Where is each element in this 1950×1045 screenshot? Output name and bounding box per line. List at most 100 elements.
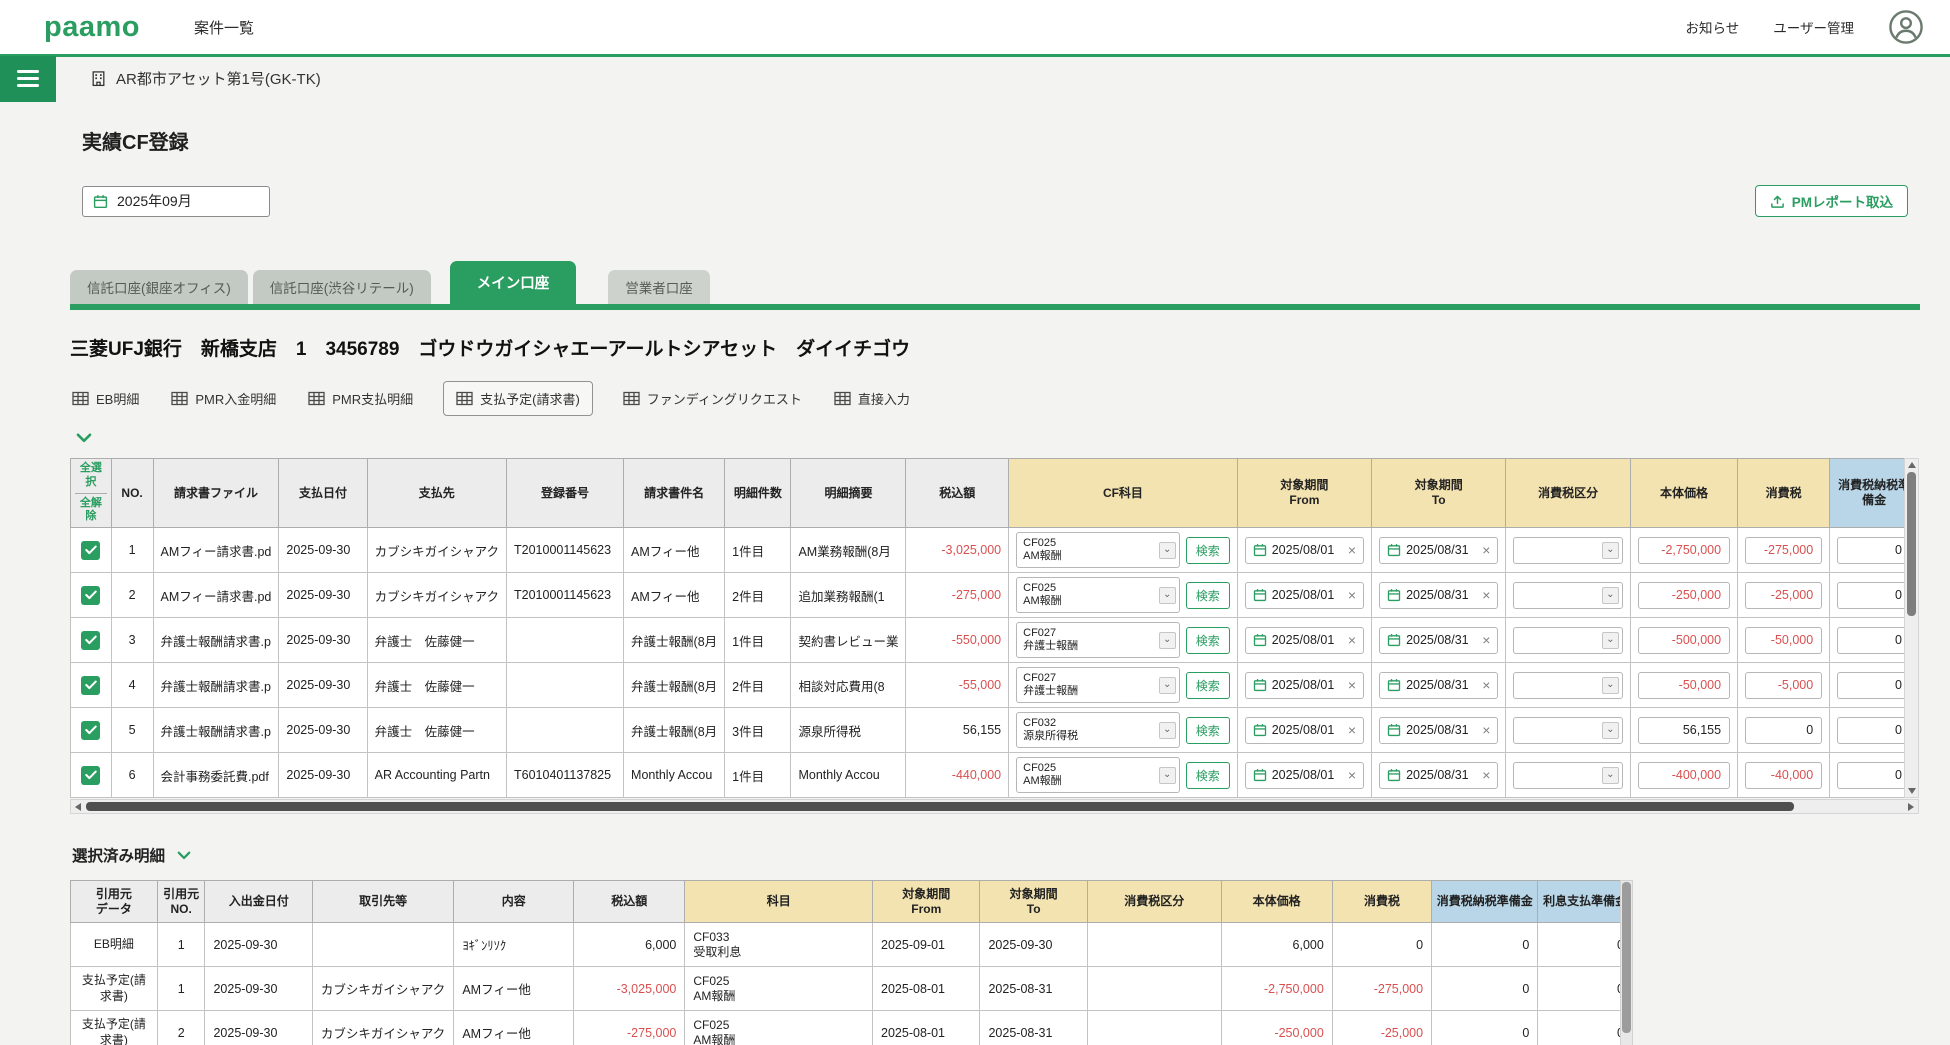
tax-class-select[interactable]: ⌄ [1513, 762, 1622, 789]
period-to-input[interactable]: 2025/08/31× [1379, 627, 1498, 654]
tax-input[interactable]: -5,000 [1745, 672, 1822, 699]
tax-reserve-input[interactable]: 0 [1837, 672, 1911, 699]
cf-account-select[interactable]: CF027弁護士報酬⌄ [1016, 622, 1180, 658]
tab-trust-shibuya-retail[interactable]: 信託口座(渋谷リテール) [253, 270, 431, 304]
cf-account-select[interactable]: CF032源泉所得税⌄ [1016, 712, 1180, 748]
scroll-left-icon[interactable] [75, 803, 81, 811]
cell-invoice-file[interactable]: 弁護士報酬請求書.p [153, 618, 279, 663]
chevron-down-icon[interactable] [177, 851, 191, 860]
cf-account-select[interactable]: CF025AM報酬⌄ [1016, 532, 1180, 568]
table-collapse-toggle[interactable] [76, 430, 98, 448]
cell-invoice-file[interactable]: AMフィー請求書.pd [153, 573, 279, 618]
cell-invoice-file[interactable]: 弁護士報酬請求書.p [153, 663, 279, 708]
period-from-input[interactable]: 2025/08/01× [1245, 762, 1364, 789]
period-from-input[interactable]: 2025/08/01× [1245, 627, 1364, 654]
clear-date-icon[interactable]: × [1482, 768, 1490, 782]
period-to-input[interactable]: 2025/08/31× [1379, 537, 1498, 564]
tax-input[interactable]: -275,000 [1745, 537, 1822, 564]
scroll-down-icon[interactable] [1908, 788, 1916, 794]
month-picker[interactable]: 2025年09月 [82, 186, 270, 217]
base-price-input[interactable]: -400,000 [1638, 762, 1730, 789]
period-to-input[interactable]: 2025/08/31× [1379, 672, 1498, 699]
nav-case-list-link[interactable]: 案件一覧 [194, 17, 254, 38]
tax-reserve-input[interactable]: 0 [1837, 762, 1911, 789]
cf-search-button[interactable]: 検索 [1186, 717, 1230, 744]
subtab-direct-input[interactable]: 直接入力 [832, 382, 912, 415]
tax-class-select[interactable]: ⌄ [1513, 582, 1622, 609]
tax-class-select[interactable]: ⌄ [1513, 672, 1622, 699]
tax-reserve-input[interactable]: 0 [1837, 537, 1911, 564]
period-from-input[interactable]: 2025/08/01× [1245, 582, 1364, 609]
row-checkbox[interactable] [81, 631, 100, 650]
cf-search-button[interactable]: 検索 [1186, 537, 1230, 564]
period-to-input[interactable]: 2025/08/31× [1379, 717, 1498, 744]
clear-date-icon[interactable]: × [1348, 543, 1356, 557]
cell-invoice-file[interactable]: 弁護士報酬請求書.p [153, 708, 279, 753]
cf-search-button[interactable]: 検索 [1186, 672, 1230, 699]
base-price-input[interactable]: 56,155 [1638, 717, 1730, 744]
clear-date-icon[interactable]: × [1482, 723, 1490, 737]
clear-date-icon[interactable]: × [1348, 723, 1356, 737]
period-from-input[interactable]: 2025/08/01× [1245, 717, 1364, 744]
vscroll-thumb[interactable] [1907, 472, 1916, 616]
subtab-pmr-deposit[interactable]: PMR入金明細 [169, 382, 278, 415]
tab-trust-ginza-office[interactable]: 信託口座(銀座オフィス) [70, 270, 248, 304]
cf-account-select[interactable]: CF027弁護士報酬⌄ [1016, 667, 1180, 703]
clear-date-icon[interactable]: × [1482, 543, 1490, 557]
row-checkbox[interactable] [81, 676, 100, 695]
tax-reserve-input[interactable]: 0 [1837, 627, 1911, 654]
row-checkbox[interactable] [81, 721, 100, 740]
hscroll-thumb[interactable] [86, 802, 1794, 811]
scroll-right-icon[interactable] [1908, 803, 1914, 811]
tax-input[interactable]: -40,000 [1745, 762, 1822, 789]
cell-invoice-file[interactable]: AMフィー請求書.pd [153, 528, 279, 573]
tax-class-select[interactable]: ⌄ [1513, 627, 1622, 654]
cf-search-button[interactable]: 検索 [1186, 582, 1230, 609]
tab-operator-account[interactable]: 営業者口座 [608, 270, 710, 304]
cf-search-button[interactable]: 検索 [1186, 627, 1230, 654]
row-checkbox[interactable] [81, 766, 100, 785]
row-checkbox[interactable] [81, 586, 100, 605]
clear-date-icon[interactable]: × [1348, 633, 1356, 647]
subtab-payment-schedule-invoice[interactable]: 支払予定(請求書) [443, 381, 593, 416]
vscroll-thumb[interactable] [1622, 882, 1631, 1033]
clear-date-icon[interactable]: × [1482, 678, 1490, 692]
subtab-pmr-payment[interactable]: PMR支払明細 [306, 382, 415, 415]
cf-search-button[interactable]: 検索 [1186, 762, 1230, 789]
select-all-link[interactable]: 全選択 [75, 462, 107, 494]
cf-account-select[interactable]: CF025AM報酬⌄ [1016, 577, 1180, 613]
user-avatar-icon[interactable] [1888, 9, 1924, 45]
clear-date-icon[interactable]: × [1348, 678, 1356, 692]
base-price-input[interactable]: -50,000 [1638, 672, 1730, 699]
subtab-funding-request[interactable]: ファンディングリクエスト [621, 382, 804, 415]
main-table-vscrollbar[interactable] [1904, 458, 1919, 798]
deselect-all-link[interactable]: 全解除 [75, 497, 107, 525]
notifications-link[interactable]: お知らせ [1686, 17, 1740, 37]
base-price-input[interactable]: -500,000 [1638, 627, 1730, 654]
tax-input[interactable]: -25,000 [1745, 582, 1822, 609]
tax-reserve-input[interactable]: 0 [1837, 717, 1911, 744]
period-from-input[interactable]: 2025/08/01× [1245, 672, 1364, 699]
cell-invoice-file[interactable]: 会計事務委託費.pdf [153, 753, 279, 798]
pm-report-import-button[interactable]: PMレポート取込 [1755, 185, 1908, 217]
app-logo[interactable]: paamo [44, 11, 140, 44]
period-from-input[interactable]: 2025/08/01× [1245, 537, 1364, 564]
row-checkbox[interactable] [81, 541, 100, 560]
menu-button[interactable] [0, 56, 56, 102]
clear-date-icon[interactable]: × [1482, 633, 1490, 647]
tax-input[interactable]: -50,000 [1745, 627, 1822, 654]
tax-reserve-input[interactable]: 0 [1837, 582, 1911, 609]
tax-input[interactable]: 0 [1745, 717, 1822, 744]
base-price-input[interactable]: -2,750,000 [1638, 537, 1730, 564]
cf-account-select[interactable]: CF025AM報酬⌄ [1016, 757, 1180, 793]
clear-date-icon[interactable]: × [1348, 768, 1356, 782]
period-to-input[interactable]: 2025/08/31× [1379, 582, 1498, 609]
base-price-input[interactable]: -250,000 [1638, 582, 1730, 609]
tax-class-select[interactable]: ⌄ [1513, 717, 1622, 744]
main-table-hscrollbar[interactable] [70, 799, 1919, 814]
clear-date-icon[interactable]: × [1482, 588, 1490, 602]
selected-table-vscrollbar[interactable] [1620, 880, 1633, 1045]
tax-class-select[interactable]: ⌄ [1513, 537, 1622, 564]
tab-main-account[interactable]: メイン口座 [450, 261, 577, 304]
subtab-eb-statement[interactable]: EB明細 [70, 382, 141, 415]
